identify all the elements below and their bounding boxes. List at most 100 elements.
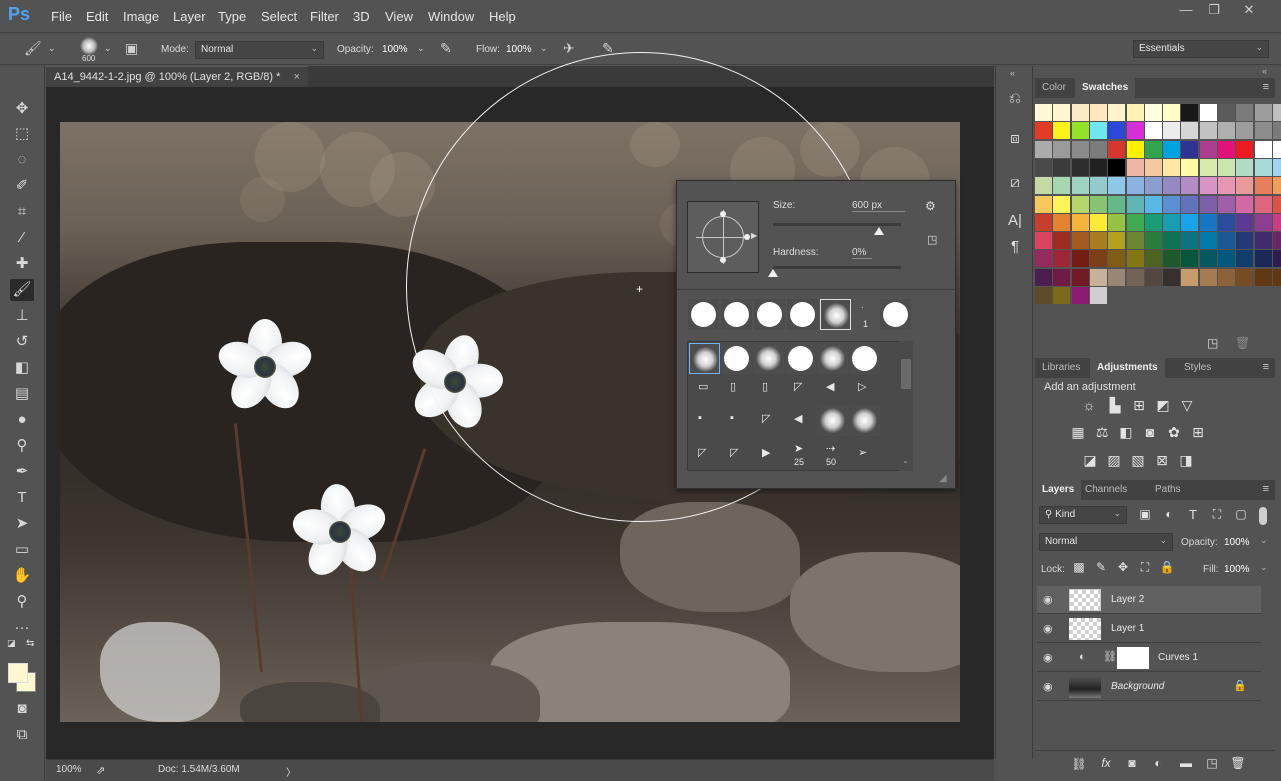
color-swatch[interactable] [1199, 213, 1217, 231]
color-swatch[interactable] [1108, 268, 1126, 286]
color-swatch[interactable] [1035, 213, 1052, 231]
chevron-down-icon[interactable]: ⌄ [1260, 562, 1268, 573]
brightness-contrast-icon[interactable]: ☼ [1079, 397, 1099, 417]
color-swatch[interactable] [1181, 195, 1199, 213]
color-swatch[interactable] [1071, 232, 1089, 250]
panel-menu-icon[interactable]: ≡ [1263, 361, 1269, 373]
color-swatch[interactable] [1163, 140, 1181, 158]
color-swatch[interactable] [1035, 250, 1052, 268]
color-swatch[interactable] [1254, 268, 1272, 286]
color-swatch[interactable] [1218, 104, 1235, 121]
layer-filter-dropdown[interactable]: ⚲ Kind ⌄ [1039, 506, 1127, 524]
color-swatch[interactable] [1053, 287, 1071, 304]
color-swatch[interactable] [1108, 177, 1126, 195]
color-swatch[interactable] [1144, 122, 1162, 140]
color-swatch[interactable] [1108, 213, 1126, 231]
color-swatch[interactable] [1108, 158, 1126, 176]
color-swatch[interactable] [1236, 268, 1254, 286]
delete-layer-icon[interactable]: 🗑 [1228, 756, 1248, 776]
hardness-slider-thumb[interactable] [768, 269, 778, 277]
color-balance-icon[interactable]: ⚖ [1092, 424, 1112, 444]
color-swatch[interactable] [1108, 122, 1126, 140]
color-swatch[interactable] [1053, 268, 1071, 286]
lock-transparent-icon[interactable]: ▩ [1069, 560, 1089, 580]
tab-styles[interactable]: Styles [1177, 358, 1218, 378]
layer-row-layer-1[interactable]: ◉ Layer 1 [1037, 615, 1261, 643]
curves-icon[interactable]: ⊞ [1129, 397, 1149, 417]
color-swatch[interactable] [1089, 104, 1107, 121]
layer-row-layer-2[interactable]: ◉ Layer 2 [1037, 586, 1261, 614]
clone-stamp-tool-icon[interactable]: ⊥ [10, 305, 34, 327]
chevron-down-icon[interactable]: ⌄ [1260, 535, 1268, 546]
color-swatch[interactable] [1053, 158, 1071, 176]
menu-edit[interactable]: Edit [86, 9, 108, 24]
character-panel-icon[interactable]: A| [1004, 212, 1026, 234]
lock-pixels-icon[interactable]: ✎ [1091, 560, 1111, 580]
color-swatch[interactable] [1089, 250, 1107, 268]
color-swatch[interactable] [1163, 213, 1181, 231]
color-swatch[interactable] [1126, 177, 1144, 195]
color-swatch[interactable] [1272, 268, 1281, 286]
color-swatch[interactable] [1236, 140, 1254, 158]
3d-panel-icon[interactable]: ⧈ [1004, 130, 1026, 152]
move-tool-icon[interactable]: ✥ [10, 98, 34, 120]
brush-tip-icon[interactable]: ▶ [762, 446, 770, 459]
preset-hard-round[interactable] [880, 299, 911, 330]
color-swatch[interactable] [1071, 213, 1089, 231]
color-swatch[interactable] [1163, 232, 1181, 250]
color-swatch[interactable] [1272, 232, 1281, 250]
color-swatch[interactable] [1181, 104, 1199, 121]
color-swatch[interactable] [1272, 122, 1281, 140]
preset-soft-round[interactable] [849, 405, 880, 436]
foreground-color-swatch[interactable] [8, 663, 28, 683]
path-selection-tool-icon[interactable]: ➤ [10, 513, 34, 535]
color-swatch[interactable] [1053, 122, 1071, 140]
visibility-eye-icon[interactable]: ◉ [1043, 622, 1057, 636]
color-swatch[interactable] [1199, 122, 1217, 140]
color-swatch[interactable] [1035, 268, 1052, 286]
color-swatch[interactable] [1071, 287, 1089, 304]
chain-link-icon[interactable]: ⛓ [1103, 650, 1117, 663]
color-swatch[interactable] [1272, 104, 1281, 121]
collapse-icon[interactable]: « [1010, 68, 1015, 78]
vibrance-icon[interactable]: ▽ [1177, 397, 1197, 417]
color-swatch[interactable] [1181, 140, 1199, 158]
new-layer-icon[interactable]: ◳ [1202, 756, 1222, 776]
color-swatch[interactable] [1218, 250, 1235, 268]
color-swatch[interactable] [1071, 104, 1089, 121]
tab-layers[interactable]: Layers [1035, 480, 1082, 500]
color-swatch[interactable] [1035, 177, 1052, 195]
color-swatch[interactable] [1272, 250, 1281, 268]
color-swatch[interactable] [1254, 232, 1272, 250]
gradient-map-icon[interactable]: ◨ [1176, 452, 1196, 472]
filter-adjustment-icon[interactable]: ◐ [1159, 507, 1179, 527]
preset-list-scrollbar[interactable]: ⌄ [899, 341, 913, 471]
color-swatch[interactable] [1181, 177, 1199, 195]
menu-layer[interactable]: Layer [173, 9, 206, 24]
color-swatch[interactable] [1053, 213, 1071, 231]
color-swatch[interactable] [1163, 158, 1181, 176]
preset-hard-round[interactable] [721, 343, 752, 374]
color-swatch[interactable] [1254, 213, 1272, 231]
link-layers-icon[interactable]: ⛓ [1069, 757, 1089, 777]
color-swatch[interactable] [1126, 140, 1144, 158]
menu-select[interactable]: Select [261, 9, 297, 24]
brush-tip-icon[interactable]: ◸ [794, 380, 802, 393]
filter-shape-icon[interactable]: ⛶ [1207, 507, 1227, 527]
layer-row-curves-1[interactable]: ◉ ◐ ⛓ Curves 1 [1037, 644, 1261, 672]
selective-color-icon[interactable]: ⊠ [1152, 452, 1172, 472]
menu-type[interactable]: Type [218, 9, 246, 24]
channel-mixer-icon[interactable]: ✿ [1164, 424, 1184, 444]
swatch-grid[interactable] [1035, 104, 1281, 329]
screen-mode-icon[interactable]: ⧉ [10, 724, 34, 746]
brush-tip-icon[interactable]: ▭ [698, 380, 708, 393]
layer-opacity-value[interactable]: 100% [1224, 537, 1250, 548]
preset-soft-round-selected[interactable] [820, 299, 851, 330]
pen-tool-icon[interactable]: ✒ [10, 461, 34, 483]
brush-tip-icon[interactable]: ◸ [698, 446, 706, 459]
color-swatch[interactable] [1254, 158, 1272, 176]
hardness-slider[interactable] [773, 266, 901, 269]
color-swatch[interactable] [1181, 158, 1199, 176]
menu-file[interactable]: File [51, 9, 72, 24]
status-menu-arrow[interactable]: 〉 [286, 764, 296, 779]
